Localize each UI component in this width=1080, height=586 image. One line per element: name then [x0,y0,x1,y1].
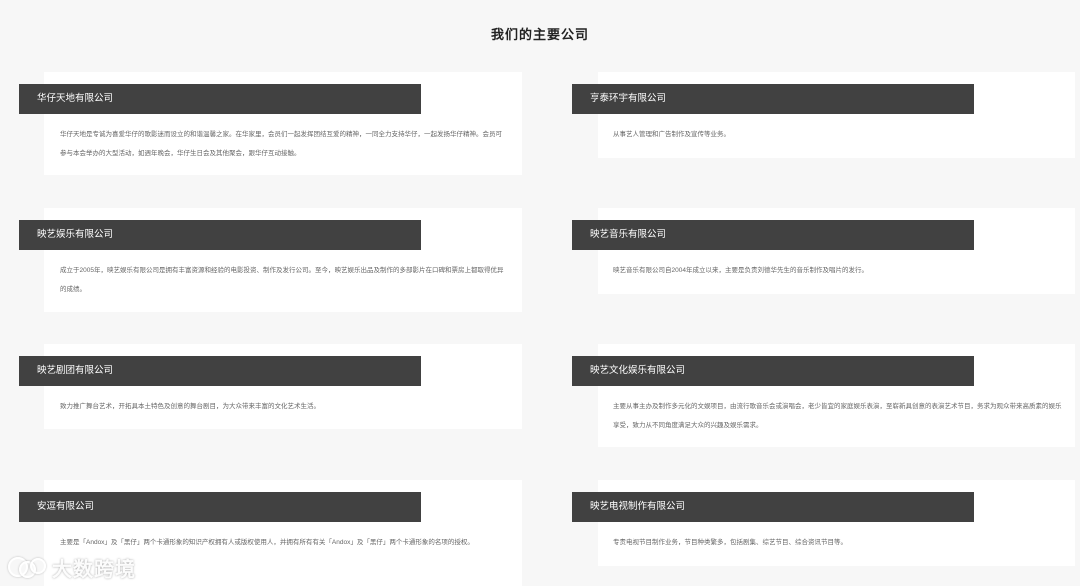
watermark-text: 大数跨境 [52,558,136,581]
company-description: 主要从事主办及制作多元化的文娱项目，由流行歌音乐会或演唱会，老少皆宜的家庭娱乐表… [613,403,1062,429]
company-name[interactable]: 映艺剧团有限公司 [19,356,421,386]
page-title: 我们的主要公司 [490,27,589,42]
watermark: 大数跨境 [8,552,136,582]
company-name[interactable]: 映艺娱乐有限公司 [19,220,421,250]
company-description: 华仔天地是专诚为喜爱华仔的歌影迷而设立的和谐温馨之家。在华家里，会员们一起发挥团… [60,131,502,157]
company-name[interactable]: 亨泰环宇有限公司 [572,84,974,114]
company-description: 致力推广舞台艺术，开拓具本土特色及创意的舞台剧目，为大众带来丰富的文化艺术生活。 [60,403,320,410]
company-description: 专责电视节目制作业务，节目种类繁多，包括剧集、综艺节目、综合资讯节目等。 [613,539,847,546]
interlocking-rings-icon [8,555,48,579]
company-description: 主要是「Andox」及「黑仔」两个卡通形象的知识产权拥有人或版权使用人，并拥有所… [60,539,474,546]
company-name[interactable]: 映艺音乐有限公司 [572,220,974,250]
company-description: 从事艺人管理和广告制作及宣传等业务。 [613,131,730,138]
company-description: 成立于2005年，映艺娱乐有限公司是拥有丰富资源和经验的电影投资、制作及发行公司… [60,267,504,293]
company-description: 映艺音乐有限公司自2004年成立以来，主要是负责刘德华先生的音乐制作及唱片的发行… [613,267,868,274]
company-name[interactable]: 映艺文化娱乐有限公司 [572,356,974,386]
company-name[interactable]: 映艺电视制作有限公司 [572,492,974,522]
company-name[interactable]: 安逗有限公司 [19,492,421,522]
company-name[interactable]: 华仔天地有限公司 [19,84,421,114]
